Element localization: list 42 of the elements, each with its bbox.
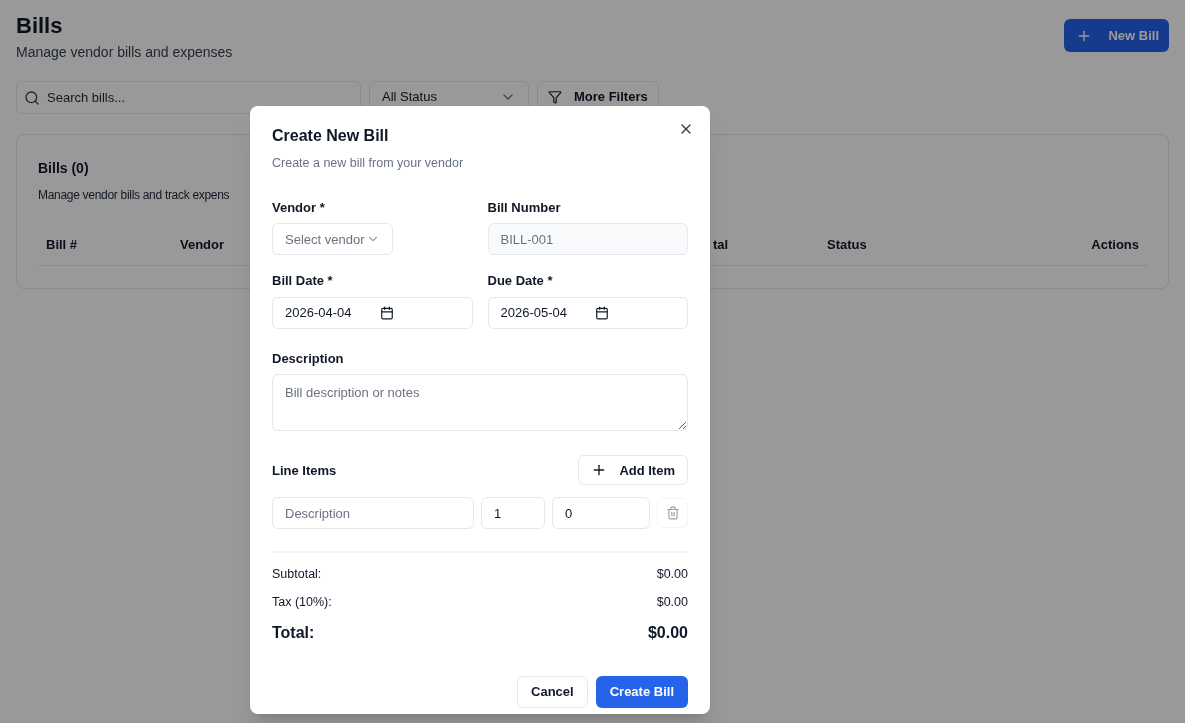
total-label: Total: (272, 622, 315, 643)
dialog-title: Create New Bill (272, 126, 389, 146)
page-subtitle: Manage vendor bills and expenses (16, 42, 233, 62)
item-description-field[interactable]: Description (272, 497, 474, 530)
card-title: Bills (0) (38, 159, 89, 176)
add-item-button[interactable]: Add Item (578, 455, 688, 486)
line-items-label: Line Items (272, 461, 337, 480)
total-value: $0.00 (656, 566, 688, 584)
calendar-icon[interactable] (595, 305, 609, 320)
column-header: Actions (1091, 236, 1139, 252)
total-value: $0.00 (647, 622, 688, 643)
new-bill-button[interactable]: New Bill (1064, 19, 1169, 52)
search-icon (24, 89, 40, 106)
search-field[interactable]: Search bills... (16, 80, 361, 114)
column-header: tal (713, 236, 729, 252)
date-field[interactable]: 2026-04-04 (272, 296, 473, 329)
date-value: 2026-04-04 (285, 304, 352, 322)
price-field[interactable]: 0 (552, 497, 650, 530)
calendar-icon[interactable] (379, 305, 394, 320)
date-value: 2026-05-04 (500, 304, 567, 322)
total-label: Subtotal: (272, 566, 322, 584)
column-header: Status (827, 236, 867, 252)
field-label: Bill Number (487, 198, 562, 217)
description-field[interactable]: Bill description or notes (272, 374, 688, 432)
date-field[interactable]: 2026-05-04 (487, 296, 688, 329)
card-subtitle: Manage vendor bills and track expens (38, 187, 230, 202)
dialog-subtitle: Create a new bill from your vendor (272, 155, 465, 172)
field-label: Description (272, 349, 345, 368)
field-label: Vendor * (272, 198, 326, 217)
create-bill-button[interactable]: Create Bill (595, 675, 688, 708)
quantity-field[interactable]: 1 (481, 497, 545, 530)
column-header: Bill # (46, 236, 78, 252)
page-title: Bills (16, 12, 64, 40)
filter-icon (548, 90, 562, 104)
total-value: $0.00 (656, 594, 688, 611)
field-label: Due Date * (487, 272, 554, 291)
field-label: Bill Date * (272, 272, 334, 291)
cancel-button[interactable]: Cancel (517, 675, 588, 708)
column-header: Vendor (180, 236, 225, 252)
vendor-select[interactable]: Select vendor (272, 223, 393, 256)
trash-icon (665, 506, 680, 521)
total-label: Tax (10%): (272, 594, 332, 611)
